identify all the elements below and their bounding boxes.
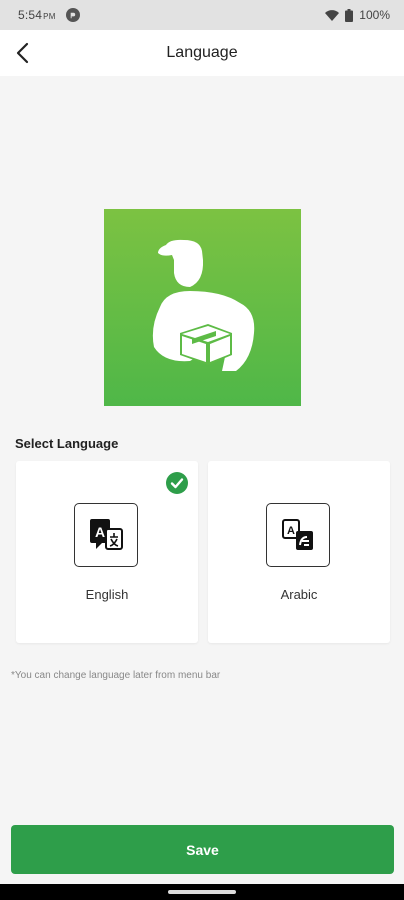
select-language-label: Select Language — [15, 436, 119, 451]
language-name-english: English — [85, 587, 129, 602]
navigation-bar — [0, 884, 404, 900]
language-name-arabic: Arabic — [280, 587, 318, 602]
status-ampm: PM — [43, 12, 56, 21]
status-time: 5:54PM — [18, 8, 56, 22]
home-handle[interactable] — [168, 890, 236, 894]
status-time-value: 5:54 — [18, 8, 43, 22]
notification-icon — [65, 8, 80, 22]
page-title: Language — [166, 44, 238, 61]
language-option-arabic[interactable]: A Arabic — [208, 461, 390, 643]
svg-text:A: A — [287, 525, 295, 537]
battery-percent: 100% — [359, 8, 390, 22]
translate-icon: A — [74, 503, 138, 567]
svg-text:A: A — [95, 524, 105, 540]
translate-icon: A — [266, 503, 330, 567]
language-option-english[interactable]: A English — [16, 461, 198, 643]
check-circle-icon — [166, 472, 188, 494]
status-right: 100% — [325, 8, 390, 22]
hint-text: *You can change language later from menu… — [11, 670, 221, 681]
status-bar: 5:54PM 100% — [0, 0, 404, 30]
delivery-man-icon — [104, 209, 301, 406]
back-arrow-icon[interactable] — [14, 42, 34, 64]
battery-icon — [345, 8, 354, 22]
wifi-icon — [325, 9, 340, 21]
save-button[interactable]: Save — [11, 825, 394, 874]
app-bar: Language — [0, 30, 404, 76]
